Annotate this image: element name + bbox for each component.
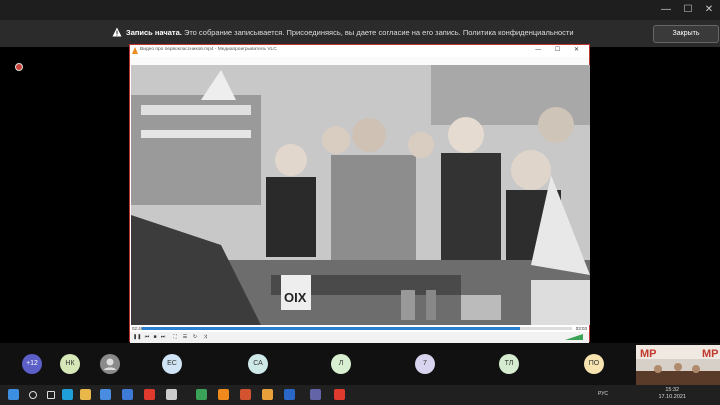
chrome-icon[interactable]	[196, 389, 207, 400]
powerpoint-icon[interactable]	[240, 389, 251, 400]
minimize-button[interactable]: —	[656, 3, 676, 17]
thumbnail-logo-2: МР	[702, 348, 719, 360]
fullscreen-button[interactable]: ⛶	[172, 334, 178, 340]
vlc-window-controls[interactable]: — ☐ ✕	[535, 46, 585, 53]
total-time: 03:03	[575, 326, 587, 331]
user-icon	[104, 358, 116, 370]
clock[interactable]: 15:32 17.10.2021	[658, 387, 686, 401]
banner-message: Запись начата. Это собрание записывается…	[126, 28, 574, 37]
volume-slider[interactable]	[565, 334, 583, 340]
task-view-icon[interactable]	[47, 391, 55, 399]
banner-text: Это собрание записывается. Присоединяясь…	[183, 28, 461, 37]
store-icon[interactable]	[100, 389, 111, 400]
yandex-icon[interactable]	[334, 389, 345, 400]
maximize-button[interactable]: ☐	[678, 3, 698, 17]
mail-icon[interactable]	[122, 389, 133, 400]
loop-button[interactable]: ↻	[192, 334, 198, 340]
vlc-icon[interactable]	[218, 389, 229, 400]
windows-start-icon[interactable]	[8, 389, 19, 400]
vlc-icon	[132, 47, 138, 54]
vlc-title: Видео про первоклассников.mp4 - Медиапро…	[140, 47, 277, 52]
participant-avatar-user-icon[interactable]	[100, 354, 120, 374]
participant-avatar[interactable]: 7	[415, 354, 435, 374]
close-window-button[interactable]: ✕	[699, 3, 719, 17]
file-explorer-icon[interactable]	[80, 389, 91, 400]
teams-icon[interactable]	[310, 389, 321, 400]
windows-taskbar: РУС 15:32 17.10.2021	[0, 385, 720, 405]
shuffle-button[interactable]: ⤨	[202, 334, 208, 340]
yandex-browser-icon[interactable]	[144, 389, 155, 400]
language-indicator[interactable]: РУС	[598, 391, 608, 397]
camera-thumbnail[interactable]: МР МР	[636, 345, 720, 385]
participant-avatar[interactable]: ТЛ	[499, 354, 519, 374]
warning-icon	[112, 27, 122, 37]
pause-button[interactable]: ❚❚	[133, 334, 141, 340]
thumbnail-logo: МР	[640, 348, 657, 360]
recording-indicator	[15, 63, 23, 71]
window-titlebar: — ☐ ✕	[0, 0, 720, 20]
recording-banner: Запись начата. Это собрание записывается…	[0, 20, 720, 47]
vlc-controls: ❚❚ ⏮ ■ ⏭ ⛶ ☰ ↻ ⤨	[130, 332, 589, 343]
app-icon[interactable]	[262, 389, 273, 400]
word-icon[interactable]	[284, 389, 295, 400]
participant-avatar[interactable]: ПО	[584, 354, 604, 374]
seek-progress	[142, 327, 521, 330]
banner-close-button[interactable]: Закрыть	[653, 25, 719, 43]
next-button[interactable]: ⏭	[160, 334, 166, 340]
privacy-link[interactable]: Политика конфиденциальности	[463, 28, 574, 37]
edge-icon[interactable]	[62, 389, 73, 400]
seek-bar[interactable]	[142, 327, 572, 330]
banner-title: Запись начата.	[126, 28, 182, 37]
clock-date: 17.10.2021	[658, 394, 686, 400]
clock-time: 15:32	[665, 387, 680, 393]
search-icon[interactable]	[29, 391, 37, 399]
participant-avatar[interactable]: +12	[22, 354, 42, 374]
participant-avatar[interactable]: ЕС	[162, 354, 182, 374]
vlc-titlebar: Видео про первоклассников.mp4 - Медиапро…	[130, 45, 589, 57]
video-frame: OIX	[131, 65, 590, 325]
cube-label: OIX	[284, 290, 307, 305]
participant-avatar[interactable]: НК	[60, 354, 80, 374]
participant-avatar[interactable]: Л	[331, 354, 351, 374]
classroom-photo: OIX	[131, 65, 590, 325]
shared-screen-window: Видео про первоклассников.mp4 - Медиапро…	[129, 44, 590, 343]
playlist-button[interactable]: ☰	[182, 334, 188, 340]
participant-avatar[interactable]: СА	[248, 354, 268, 374]
stop-button[interactable]: ■	[152, 334, 158, 340]
thumbnail-video: МР МР	[636, 345, 720, 385]
windows-security-icon[interactable]	[166, 389, 177, 400]
previous-button[interactable]: ⏮	[144, 334, 150, 340]
